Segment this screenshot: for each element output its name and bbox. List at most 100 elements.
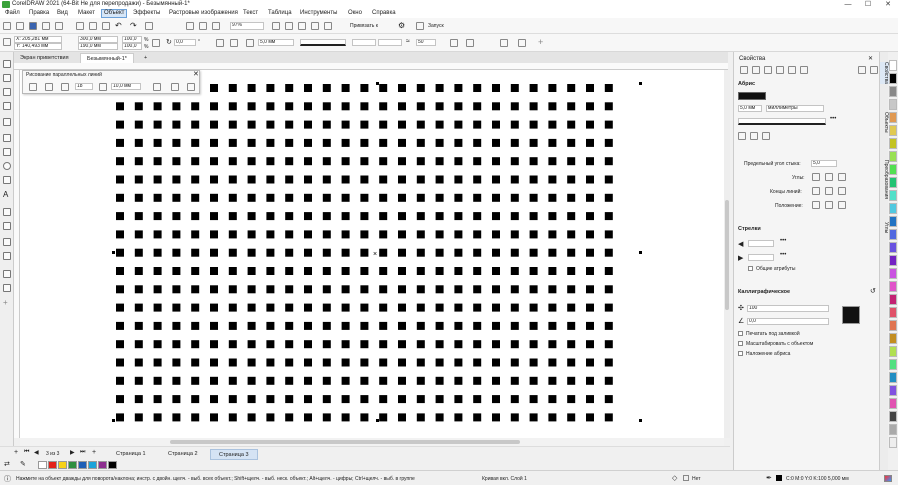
- pattern-square[interactable]: [172, 303, 181, 312]
- pattern-square[interactable]: [285, 395, 294, 404]
- pattern-square[interactable]: [304, 138, 312, 147]
- x-position-field[interactable]: X: 205,281 мм: [14, 36, 62, 43]
- pattern-square[interactable]: [529, 212, 538, 221]
- pattern-square[interactable]: [604, 193, 613, 202]
- pattern-square[interactable]: [379, 413, 388, 422]
- pattern-square[interactable]: [172, 285, 181, 294]
- pattern-square[interactable]: [172, 102, 181, 111]
- lock-ratio-icon[interactable]: [152, 39, 160, 47]
- pattern-square[interactable]: [398, 230, 406, 239]
- pattern-square[interactable]: [567, 248, 576, 257]
- pattern-square[interactable]: [228, 84, 237, 92]
- selection-handle[interactable]: [112, 419, 115, 422]
- pattern-square[interactable]: [285, 413, 294, 422]
- palette-color-swatch[interactable]: [889, 125, 897, 136]
- pattern-square[interactable]: [492, 138, 500, 147]
- pattern-square[interactable]: [228, 138, 237, 147]
- pattern-square[interactable]: [266, 102, 275, 111]
- miter-corner-icon[interactable]: [812, 173, 820, 181]
- pattern-square[interactable]: [435, 102, 444, 111]
- pattern-square[interactable]: [492, 193, 500, 202]
- pattern-square[interactable]: [529, 340, 538, 349]
- pattern-square[interactable]: [454, 193, 463, 202]
- pattern-square[interactable]: [567, 120, 576, 129]
- pattern-square[interactable]: [454, 395, 463, 404]
- docker-close-icon[interactable]: ✕: [868, 55, 873, 62]
- pattern-square[interactable]: [304, 413, 312, 422]
- pick-tool-icon[interactable]: [3, 60, 11, 68]
- pattern-square[interactable]: [210, 248, 218, 257]
- pattern-square[interactable]: [172, 230, 181, 239]
- pattern-square[interactable]: [172, 248, 181, 257]
- pattern-square[interactable]: [529, 193, 538, 202]
- end-arrow-more-icon[interactable]: •••: [780, 252, 786, 258]
- pattern-square[interactable]: [473, 321, 482, 330]
- pattern-square[interactable]: [247, 84, 256, 92]
- pattern-square[interactable]: [341, 321, 350, 330]
- pattern-square[interactable]: [191, 321, 200, 330]
- pattern-square[interactable]: [379, 230, 388, 239]
- pattern-square[interactable]: [435, 340, 444, 349]
- artistic-media-tool-icon[interactable]: [3, 134, 11, 142]
- pattern-square[interactable]: [548, 413, 557, 422]
- eyedropper-tool-icon[interactable]: [3, 270, 11, 278]
- add-tab-button[interactable]: +: [138, 53, 153, 63]
- start-arrow-dropdown[interactable]: [352, 39, 376, 46]
- pattern-square[interactable]: [398, 267, 406, 275]
- palette-color-swatch[interactable]: [889, 99, 897, 110]
- pattern-square[interactable]: [529, 138, 538, 147]
- pattern-square[interactable]: [604, 157, 613, 166]
- pattern-square[interactable]: [586, 102, 594, 111]
- pattern-square[interactable]: [548, 84, 557, 92]
- pattern-square[interactable]: [548, 267, 557, 275]
- pattern-square[interactable]: [435, 84, 444, 92]
- pattern-square[interactable]: [172, 267, 181, 275]
- pattern-square[interactable]: [604, 248, 613, 257]
- break-apart-icon[interactable]: [500, 39, 508, 47]
- pattern-square[interactable]: [567, 376, 576, 385]
- pattern-square[interactable]: [153, 358, 162, 367]
- pattern-square[interactable]: [398, 285, 406, 294]
- pattern-square[interactable]: [191, 102, 200, 111]
- pattern-square[interactable]: [322, 193, 331, 202]
- palette-color-swatch[interactable]: [889, 424, 897, 435]
- palette-color-swatch[interactable]: [889, 268, 897, 279]
- pattern-square[interactable]: [341, 413, 350, 422]
- pattern-square[interactable]: [153, 340, 162, 349]
- pattern-square[interactable]: [360, 157, 369, 166]
- pattern-square[interactable]: [322, 395, 331, 404]
- pattern-square[interactable]: [454, 285, 463, 294]
- selection-handle[interactable]: [112, 251, 115, 254]
- pattern-square[interactable]: [379, 285, 388, 294]
- outline-width-field[interactable]: 5,0 мм: [258, 39, 294, 46]
- pattern-square[interactable]: [604, 267, 613, 275]
- pattern-square[interactable]: [416, 413, 425, 422]
- pattern-square[interactable]: [304, 358, 312, 367]
- pattern-square[interactable]: [360, 248, 369, 257]
- snap-to-dropdown[interactable]: Привязать к: [350, 23, 378, 29]
- pattern-square[interactable]: [529, 376, 538, 385]
- zoom-tool-icon[interactable]: [3, 102, 11, 110]
- outside-position-icon[interactable]: [812, 201, 820, 209]
- pattern-square[interactable]: [548, 248, 557, 257]
- palette-color-swatch[interactable]: [889, 73, 897, 84]
- pattern-square[interactable]: [510, 138, 519, 147]
- pattern-square[interactable]: [529, 230, 538, 239]
- pattern-square[interactable]: [116, 230, 124, 239]
- pattern-square[interactable]: [492, 358, 500, 367]
- pattern-square[interactable]: [304, 175, 312, 184]
- pattern-square[interactable]: [191, 413, 200, 422]
- pattern-square[interactable]: [247, 376, 256, 385]
- line-ends-icon-2[interactable]: [750, 132, 758, 140]
- palette-swatch[interactable]: [98, 461, 107, 469]
- pattern-square[interactable]: [360, 303, 369, 312]
- pattern-square[interactable]: [473, 193, 482, 202]
- interactive-fill-tool-icon[interactable]: [3, 284, 11, 292]
- pattern-square[interactable]: [529, 395, 538, 404]
- pattern-square[interactable]: [285, 120, 294, 129]
- pattern-square[interactable]: [379, 212, 388, 221]
- pattern-square[interactable]: [153, 230, 162, 239]
- pattern-square[interactable]: [322, 138, 331, 147]
- pattern-square[interactable]: [416, 193, 425, 202]
- pattern-square[interactable]: [510, 321, 519, 330]
